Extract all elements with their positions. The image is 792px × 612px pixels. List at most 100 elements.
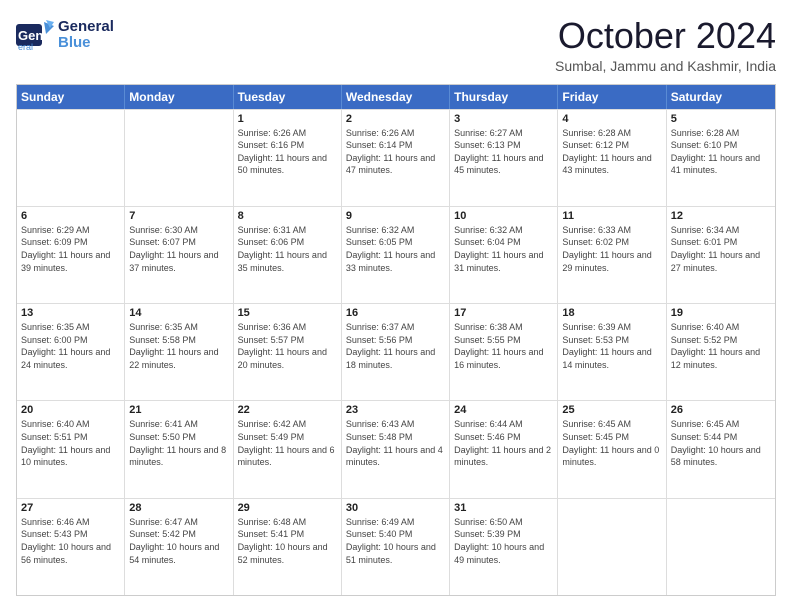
cell-date: 3 <box>454 113 553 125</box>
calendar: Sunday Monday Tuesday Wednesday Thursday… <box>16 84 776 596</box>
cell-date: 15 <box>238 307 337 319</box>
cell-info: Sunrise: 6:27 AMSunset: 6:13 PMDaylight:… <box>454 127 553 177</box>
cell-info: Sunrise: 6:34 AMSunset: 6:01 PMDaylight:… <box>671 224 771 274</box>
cell-date: 26 <box>671 404 771 416</box>
cell-info: Sunrise: 6:50 AMSunset: 5:39 PMDaylight:… <box>454 516 553 566</box>
calendar-cell-2-1: 14Sunrise: 6:35 AMSunset: 5:58 PMDayligh… <box>125 304 233 400</box>
calendar-cell-2-2: 15Sunrise: 6:36 AMSunset: 5:57 PMDayligh… <box>234 304 342 400</box>
calendar-cell-1-1: 7Sunrise: 6:30 AMSunset: 6:07 PMDaylight… <box>125 207 233 303</box>
cell-info: Sunrise: 6:26 AMSunset: 6:16 PMDaylight:… <box>238 127 337 177</box>
calendar-cell-0-0 <box>17 110 125 206</box>
calendar-cell-1-0: 6 Sunrise: 6:29 AMSunset: 6:09 PMDaylight… <box>17 207 125 303</box>
cell-date: 6 <box>21 210 120 222</box>
cell-date: 10 <box>454 210 553 222</box>
calendar-cell-3-3: 23Sunrise: 6:43 AMSunset: 5:48 PMDayligh… <box>342 401 450 497</box>
calendar-cell-4-2: 29 Sunrise: 6:48 AMSunset: 5:41 PMDayligh… <box>234 499 342 595</box>
cell-info: Sunrise: 6:29 AMSunset: 6:09 PMDaylight:… <box>21 224 120 274</box>
calendar-cell-4-4: 31 Sunrise: 6:50 AMSunset: 5:39 PMDayligh… <box>450 499 558 595</box>
calendar-cell-0-4: 3 Sunrise: 6:27 AMSunset: 6:13 PMDaylight… <box>450 110 558 206</box>
calendar-cell-1-2: 8 Sunrise: 6:31 AMSunset: 6:06 PMDaylight… <box>234 207 342 303</box>
calendar-cell-4-5 <box>558 499 666 595</box>
cell-date: 2 <box>346 113 445 125</box>
calendar-cell-1-6: 12Sunrise: 6:34 AMSunset: 6:01 PMDayligh… <box>667 207 775 303</box>
cell-info: Sunrise: 6:39 AMSunset: 5:53 PMDaylight:… <box>562 321 661 371</box>
calendar-row-3: 20Sunrise: 6:40 AMSunset: 5:51 PMDayligh… <box>17 400 775 497</box>
calendar-cell-0-2: 1 Sunrise: 6:26 AMSunset: 6:16 PMDaylight… <box>234 110 342 206</box>
cell-info: Sunrise: 6:33 AMSunset: 6:02 PMDaylight:… <box>562 224 661 274</box>
cell-info: Sunrise: 6:40 AMSunset: 5:51 PMDaylight:… <box>21 418 120 468</box>
cell-info: Sunrise: 6:45 AMSunset: 5:45 PMDaylight:… <box>562 418 661 468</box>
calendar-row-4: 27 Sunrise: 6:46 AMSunset: 5:43 PMDayligh… <box>17 498 775 595</box>
cell-date: 14 <box>129 307 228 319</box>
calendar-row-1: 6 Sunrise: 6:29 AMSunset: 6:09 PMDaylight… <box>17 206 775 303</box>
cell-date: 30 <box>346 502 445 514</box>
cell-info: Sunrise: 6:41 AMSunset: 5:50 PMDaylight:… <box>129 418 228 468</box>
calendar-cell-3-6: 26Sunrise: 6:45 AMSunset: 5:44 PMDayligh… <box>667 401 775 497</box>
cell-date: 9 <box>346 210 445 222</box>
cell-date: 31 <box>454 502 553 514</box>
cell-date: 28 <box>129 502 228 514</box>
cell-info: Sunrise: 6:43 AMSunset: 5:48 PMDaylight:… <box>346 418 445 468</box>
cell-info: Sunrise: 6:26 AMSunset: 6:14 PMDaylight:… <box>346 127 445 177</box>
calendar-cell-0-6: 5 Sunrise: 6:28 AMSunset: 6:10 PMDaylight… <box>667 110 775 206</box>
month-title: October 2024 <box>555 16 776 56</box>
cell-date: 22 <box>238 404 337 416</box>
calendar-cell-1-5: 11 Sunrise: 6:33 AMSunset: 6:02 PMDayligh… <box>558 207 666 303</box>
logo-line1: General <box>58 19 114 36</box>
location: Sumbal, Jammu and Kashmir, India <box>555 58 776 74</box>
cell-date: 4 <box>562 113 661 125</box>
cell-info: Sunrise: 6:47 AMSunset: 5:42 PMDaylight:… <box>129 516 228 566</box>
calendar-cell-4-3: 30Sunrise: 6:49 AMSunset: 5:40 PMDayligh… <box>342 499 450 595</box>
calendar-row-2: 13 Sunrise: 6:35 AMSunset: 6:00 PMDayligh… <box>17 303 775 400</box>
cell-date: 24 <box>454 404 553 416</box>
calendar-body: 1 Sunrise: 6:26 AMSunset: 6:16 PMDaylight… <box>17 109 775 595</box>
svg-text:Gen: Gen <box>18 28 43 43</box>
svg-text:eral: eral <box>18 42 33 52</box>
cell-info: Sunrise: 6:42 AMSunset: 5:49 PMDaylight:… <box>238 418 337 468</box>
cell-info: Sunrise: 6:30 AMSunset: 6:07 PMDaylight:… <box>129 224 228 274</box>
cell-date: 11 <box>562 210 661 222</box>
header-saturday: Saturday <box>667 85 775 109</box>
cell-info: Sunrise: 6:48 AMSunset: 5:41 PMDaylight:… <box>238 516 337 566</box>
cell-date: 27 <box>21 502 120 514</box>
cell-info: Sunrise: 6:31 AMSunset: 6:06 PMDaylight:… <box>238 224 337 274</box>
calendar-cell-2-4: 17Sunrise: 6:38 AMSunset: 5:55 PMDayligh… <box>450 304 558 400</box>
header-tuesday: Tuesday <box>234 85 342 109</box>
cell-date: 29 <box>238 502 337 514</box>
header-thursday: Thursday <box>450 85 558 109</box>
title-area: October 2024 Sumbal, Jammu and Kashmir, … <box>555 16 776 74</box>
calendar-cell-2-0: 13 Sunrise: 6:35 AMSunset: 6:00 PMDayligh… <box>17 304 125 400</box>
calendar-cell-2-6: 19Sunrise: 6:40 AMSunset: 5:52 PMDayligh… <box>667 304 775 400</box>
calendar-cell-0-3: 2 Sunrise: 6:26 AMSunset: 6:14 PMDaylight… <box>342 110 450 206</box>
calendar-cell-3-1: 21 Sunrise: 6:41 AMSunset: 5:50 PMDayligh… <box>125 401 233 497</box>
cell-info: Sunrise: 6:35 AMSunset: 6:00 PMDaylight:… <box>21 321 120 371</box>
logo-line2: Blue <box>58 35 114 52</box>
header-friday: Friday <box>558 85 666 109</box>
header-sunday: Sunday <box>17 85 125 109</box>
calendar-cell-1-4: 10Sunrise: 6:32 AMSunset: 6:04 PMDayligh… <box>450 207 558 303</box>
calendar-header: Sunday Monday Tuesday Wednesday Thursday… <box>17 85 775 109</box>
cell-info: Sunrise: 6:28 AMSunset: 6:10 PMDaylight:… <box>671 127 771 177</box>
cell-date: 17 <box>454 307 553 319</box>
cell-info: Sunrise: 6:44 AMSunset: 5:46 PMDaylight:… <box>454 418 553 468</box>
calendar-cell-4-1: 28 Sunrise: 6:47 AMSunset: 5:42 PMDayligh… <box>125 499 233 595</box>
cell-date: 1 <box>238 113 337 125</box>
calendar-cell-2-5: 18 Sunrise: 6:39 AMSunset: 5:53 PMDayligh… <box>558 304 666 400</box>
header-monday: Monday <box>125 85 233 109</box>
cell-info: Sunrise: 6:37 AMSunset: 5:56 PMDaylight:… <box>346 321 445 371</box>
page: Gen eral General Blue October 2024 Sumba… <box>0 0 792 612</box>
cell-date: 5 <box>671 113 771 125</box>
cell-date: 16 <box>346 307 445 319</box>
calendar-cell-1-3: 9Sunrise: 6:32 AMSunset: 6:05 PMDaylight… <box>342 207 450 303</box>
cell-date: 8 <box>238 210 337 222</box>
cell-date: 25 <box>562 404 661 416</box>
calendar-cell-4-0: 27 Sunrise: 6:46 AMSunset: 5:43 PMDayligh… <box>17 499 125 595</box>
cell-date: 13 <box>21 307 120 319</box>
cell-date: 18 <box>562 307 661 319</box>
calendar-cell-3-5: 25 Sunrise: 6:45 AMSunset: 5:45 PMDayligh… <box>558 401 666 497</box>
calendar-cell-0-1 <box>125 110 233 206</box>
header-wednesday: Wednesday <box>342 85 450 109</box>
cell-info: Sunrise: 6:46 AMSunset: 5:43 PMDaylight:… <box>21 516 120 566</box>
header: Gen eral General Blue October 2024 Sumba… <box>16 16 776 74</box>
cell-date: 21 <box>129 404 228 416</box>
